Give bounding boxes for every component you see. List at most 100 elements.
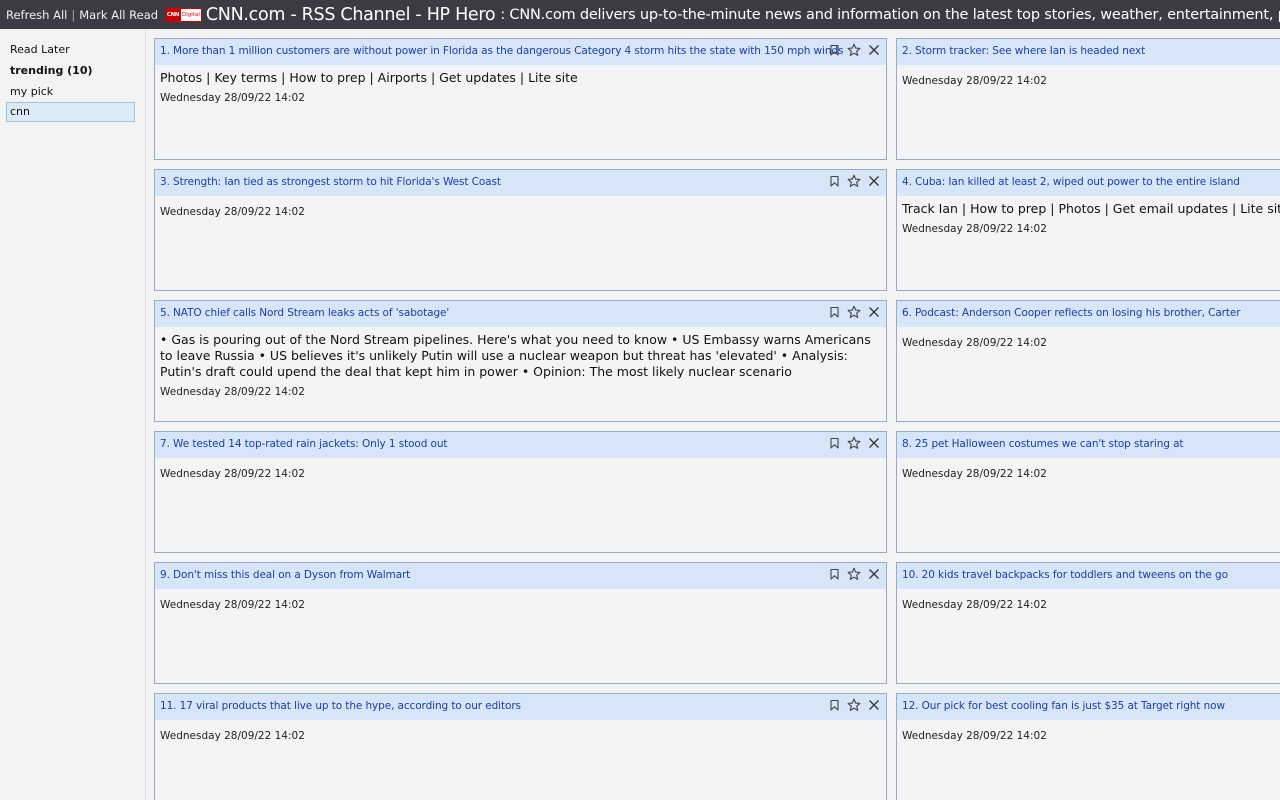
article-card: 10. 20 kids travel backpacks for toddler… — [896, 562, 1280, 684]
article-card: 1. More than 1 million customers are wit… — [154, 38, 887, 160]
close-article-button[interactable] — [866, 304, 882, 320]
favorite-button[interactable] — [846, 42, 862, 58]
article-date: Wednesday 28/09/22 14:02 — [902, 337, 1047, 349]
article-title-link[interactable]: 8. 25 pet Halloween costumes we can't st… — [902, 438, 1184, 450]
article-description: Track Ian | How to prep | Photos | Get e… — [902, 201, 1280, 216]
article-card-header: 8. 25 pet Halloween costumes we can't st… — [897, 432, 1280, 458]
article-date: Wednesday 28/09/22 14:02 — [902, 599, 1047, 611]
article-description: • Gas is pouring out of the Nord Stream … — [160, 332, 871, 379]
close-article-button[interactable] — [866, 42, 882, 58]
article-card: 11. 17 viral products that live up to th… — [154, 693, 887, 800]
close-article-button[interactable] — [866, 173, 882, 189]
article-card-header: 6. Podcast: Anderson Cooper reflects on … — [897, 301, 1280, 327]
sidebar-item-trending[interactable]: trending (10) — [0, 60, 145, 81]
favorite-button[interactable] — [846, 173, 862, 189]
article-card-body: Wednesday 28/09/22 14:02 — [897, 327, 1280, 349]
cnn-logo: CNN Digital — [166, 7, 202, 22]
article-date: Wednesday 28/09/22 14:02 — [160, 92, 305, 104]
article-card-header: 10. 20 kids travel backpacks for toddler… — [897, 563, 1280, 589]
star-icon — [847, 567, 861, 581]
article-description: Photos | Key terms | How to prep | Airpo… — [160, 70, 578, 85]
article-actions — [826, 304, 882, 320]
article-card-body: Track Ian | How to prep | Photos | Get e… — [897, 196, 1280, 235]
article-title-link[interactable]: 4. Cuba: Ian killed at least 2, wiped ou… — [902, 176, 1240, 188]
cnn-logo-mark: CNN — [166, 7, 181, 22]
bookmark-icon — [829, 44, 840, 56]
sidebar-item-cnn[interactable]: cnn — [6, 102, 135, 122]
star-icon — [847, 174, 861, 188]
read-later-button[interactable] — [826, 435, 842, 451]
toolbar-separator: | — [71, 7, 76, 22]
refresh-all-button[interactable]: Refresh All — [6, 8, 67, 22]
read-later-button[interactable] — [826, 42, 842, 58]
star-icon — [847, 698, 861, 712]
article-card-body: Wednesday 28/09/22 14:02 — [155, 720, 886, 742]
mark-all-read-button[interactable]: Mark All Read — [79, 8, 158, 22]
article-card: 5. NATO chief calls Nord Stream leaks ac… — [154, 300, 887, 422]
article-card-body: • Gas is pouring out of the Nord Stream … — [155, 327, 886, 398]
read-later-button[interactable] — [826, 566, 842, 582]
sidebar-item-my-pick[interactable]: my pick — [0, 81, 145, 102]
favorite-button[interactable] — [846, 435, 862, 451]
bookmark-icon — [829, 306, 840, 318]
close-article-button[interactable] — [866, 566, 882, 582]
feed-title: CNN.com - RSS Channel - HP Hero — [205, 4, 496, 25]
article-card-header: 5. NATO chief calls Nord Stream leaks ac… — [155, 301, 886, 327]
article-card: 9. Don't miss this deal on a Dyson from … — [154, 562, 887, 684]
article-card: 8. 25 pet Halloween costumes we can't st… — [896, 431, 1280, 553]
close-article-button[interactable] — [866, 435, 882, 451]
article-date: Wednesday 28/09/22 14:02 — [902, 730, 1047, 742]
article-card-header: 3. Strength: Ian tied as strongest storm… — [155, 170, 886, 196]
article-card-header: 2. Storm tracker: See where Ian is heade… — [897, 39, 1280, 65]
bookmark-icon — [829, 175, 840, 187]
article-card: 4. Cuba: Ian killed at least 2, wiped ou… — [896, 169, 1280, 291]
favorite-button[interactable] — [846, 304, 862, 320]
article-card-body: Wednesday 28/09/22 14:02 — [897, 458, 1280, 480]
article-card-body: Wednesday 28/09/22 14:02 — [155, 196, 886, 218]
article-card-header: 7. We tested 14 top-rated rain jackets: … — [155, 432, 886, 458]
article-card-header: 11. 17 viral products that live up to th… — [155, 694, 886, 720]
article-title-link[interactable]: 12. Our pick for best cooling fan is jus… — [902, 700, 1225, 712]
article-card-header: 1. More than 1 million customers are wit… — [155, 39, 886, 65]
close-icon — [868, 306, 880, 318]
article-card-body: Wednesday 28/09/22 14:02 — [897, 720, 1280, 742]
article-title-link[interactable]: 11. 17 viral products that live up to th… — [160, 700, 521, 712]
article-title-link[interactable]: 1. More than 1 million customers are wit… — [160, 45, 843, 57]
article-date: Wednesday 28/09/22 14:02 — [160, 730, 305, 742]
article-card-body: Wednesday 28/09/22 14:02 — [897, 65, 1280, 87]
article-card: 2. Storm tracker: See where Ian is heade… — [896, 38, 1280, 160]
article-actions — [826, 566, 882, 582]
article-title-link[interactable]: 3. Strength: Ian tied as strongest storm… — [160, 176, 501, 188]
article-card-header: 12. Our pick for best cooling fan is jus… — [897, 694, 1280, 720]
article-title-link[interactable]: 7. We tested 14 top-rated rain jackets: … — [160, 438, 448, 450]
article-title-link[interactable]: 9. Don't miss this deal on a Dyson from … — [160, 569, 410, 581]
article-date: Wednesday 28/09/22 14:02 — [160, 206, 305, 218]
article-actions — [826, 697, 882, 713]
article-card-body: Photos | Key terms | How to prep | Airpo… — [155, 65, 886, 104]
close-article-button[interactable] — [866, 697, 882, 713]
close-icon — [868, 175, 880, 187]
article-title-link[interactable]: 10. 20 kids travel backpacks for toddler… — [902, 569, 1228, 581]
favorite-button[interactable] — [846, 566, 862, 582]
read-later-button[interactable] — [826, 697, 842, 713]
bookmark-icon — [829, 568, 840, 580]
article-card: 3. Strength: Ian tied as strongest storm… — [154, 169, 887, 291]
article-actions — [826, 42, 882, 58]
article-card-body: Wednesday 28/09/22 14:02 — [155, 589, 886, 611]
favorite-button[interactable] — [846, 697, 862, 713]
bookmark-icon — [829, 437, 840, 449]
sidebar-item-read-later[interactable]: Read Later — [0, 39, 145, 60]
article-title-link[interactable]: 5. NATO chief calls Nord Stream leaks ac… — [160, 307, 449, 319]
star-icon — [847, 305, 861, 319]
article-card: 12. Our pick for best cooling fan is jus… — [896, 693, 1280, 800]
article-date: Wednesday 28/09/22 14:02 — [160, 599, 305, 611]
close-icon — [868, 699, 880, 711]
article-card: 6. Podcast: Anderson Cooper reflects on … — [896, 300, 1280, 422]
read-later-button[interactable] — [826, 173, 842, 189]
article-title-link[interactable]: 6. Podcast: Anderson Cooper reflects on … — [902, 307, 1241, 319]
top-bar: Refresh All | Mark All Read CNN Digital … — [0, 0, 1280, 29]
article-card-body: Wednesday 28/09/22 14:02 — [155, 458, 886, 480]
article-grid: 1. More than 1 million customers are wit… — [154, 38, 1280, 800]
article-title-link[interactable]: 2. Storm tracker: See where Ian is heade… — [902, 45, 1145, 57]
read-later-button[interactable] — [826, 304, 842, 320]
